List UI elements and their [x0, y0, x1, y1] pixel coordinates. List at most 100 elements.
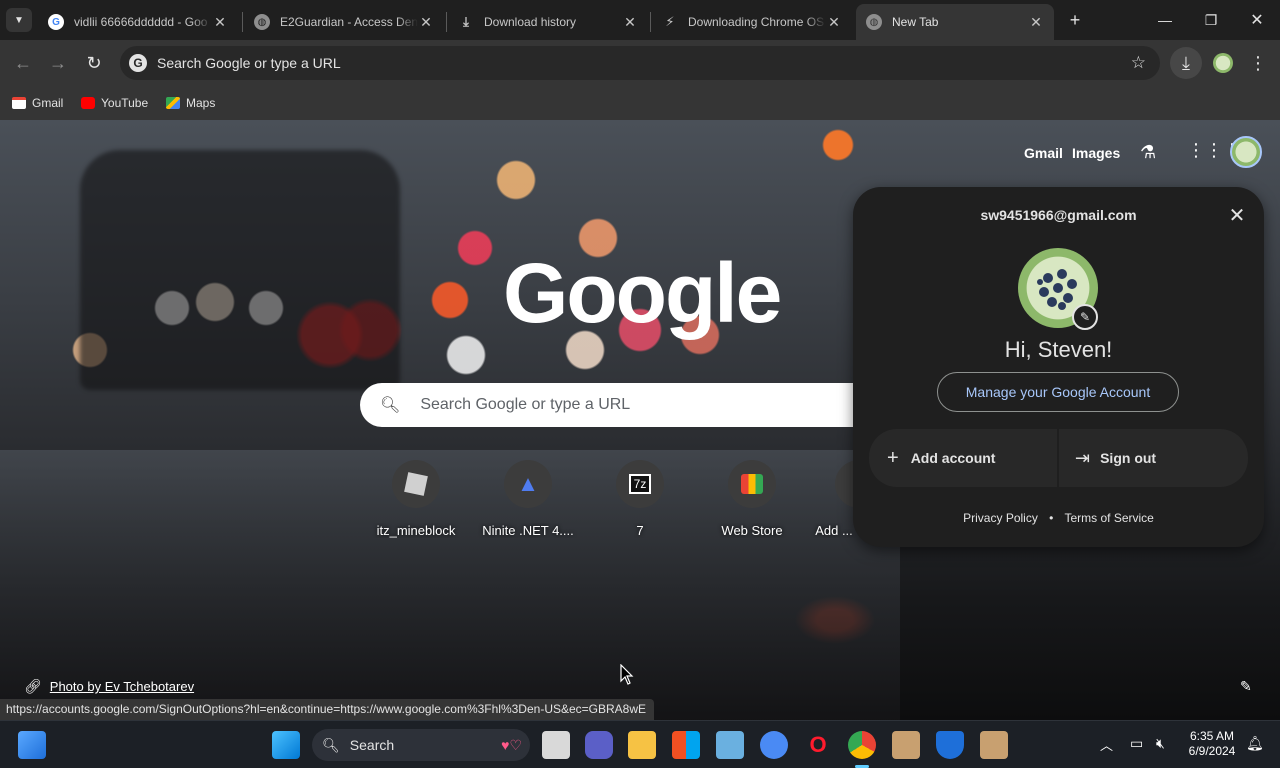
tab-downloading-chrome-os[interactable]: ⚡ Downloading Chrome OS ✕ — [652, 4, 852, 40]
ntp-search-box[interactable]: 🔍︎ Search Google or type a URL — [360, 383, 880, 427]
account-actions: + Add account ⇥ Sign out — [869, 429, 1248, 487]
separator-dot: • — [1049, 511, 1054, 525]
network-icon[interactable]: ▭ — [1130, 735, 1143, 752]
tab-vidlii[interactable]: G vidlii 66666dddddd - Goo ✕ — [38, 4, 238, 40]
start-windows-icon[interactable] — [272, 731, 300, 759]
clock-time: 6:35 AM — [1189, 729, 1235, 743]
volume-muted-icon[interactable]: 🔇︎ — [1156, 735, 1165, 752]
tab-e2guardian[interactable]: ◍ E2Guardian - Access Denied ✕ — [244, 4, 444, 40]
add-account-button[interactable]: + Add account — [887, 429, 1057, 487]
package-icon[interactable] — [892, 731, 920, 759]
taskbar-search[interactable]: 🔍︎ Search ♥♡ — [312, 729, 530, 761]
plus-icon: + — [887, 446, 899, 469]
shortcut-icon: ▲ — [504, 460, 552, 508]
plus-icon: + — [1069, 9, 1081, 30]
tab-search-button[interactable]: ▼ — [6, 8, 32, 32]
security-shield-icon[interactable] — [936, 731, 964, 759]
new-tab-button[interactable]: + — [1060, 6, 1090, 34]
close-icon[interactable]: ✕ — [1028, 14, 1044, 31]
app-icon[interactable] — [716, 731, 744, 759]
account-email: sw9451966@gmail.com — [980, 207, 1137, 223]
tab-download-history[interactable]: ⤓ Download history ✕ — [448, 4, 648, 40]
tab-divider — [446, 12, 447, 32]
bookmark-gmail[interactable]: Gmail — [12, 93, 63, 113]
mouse-cursor-icon — [620, 663, 634, 691]
notifications-bell-icon[interactable]: 🔔︎ — [1246, 735, 1264, 752]
shortcut-tile[interactable]: 7z 7 — [584, 460, 696, 552]
menu-button[interactable]: ⋮ — [1243, 48, 1273, 78]
star-icon[interactable]: ☆ — [1131, 53, 1146, 73]
back-button[interactable]: ← — [8, 48, 38, 78]
edit-avatar-button[interactable]: ✎ — [1072, 304, 1098, 330]
close-window-button[interactable]: ✕ — [1242, 6, 1272, 34]
close-icon[interactable]: ✕ — [826, 14, 842, 31]
ntp-images-link[interactable]: Images — [1072, 145, 1120, 161]
widgets-icon[interactable] — [18, 731, 46, 759]
task-view-icon[interactable] — [542, 731, 570, 759]
chevron-up-icon[interactable]: ︿ — [1100, 735, 1113, 754]
taskbar: 🔍︎ Search ♥♡ O ︿ ▭ 🔇︎ 6:35 AM 6/9/2024 🔔… — [0, 720, 1280, 768]
microsoft-store-icon[interactable] — [672, 731, 700, 759]
address-bar[interactable]: G Search Google or type a URL ☆ — [120, 46, 1160, 80]
manage-account-button[interactable]: Manage your Google Account — [937, 372, 1179, 412]
customize-pencil-icon[interactable]: ✎ — [1240, 678, 1252, 695]
close-icon[interactable]: ✕ — [622, 14, 638, 31]
profile-button[interactable] — [1208, 48, 1238, 78]
youtube-icon — [81, 97, 95, 109]
shortcut-label: Ninite .NET 4.... — [482, 523, 574, 538]
minimize-icon: — — [1158, 12, 1172, 28]
tab-title: Download history — [484, 15, 577, 29]
restore-button[interactable]: ❐ — [1196, 6, 1226, 34]
chromium-icon[interactable] — [760, 731, 788, 759]
tab-title: E2Guardian - Access Denied — [280, 15, 418, 29]
shortcut-tile[interactable]: + Add ... — [784, 460, 883, 552]
privacy-policy-link[interactable]: Privacy Policy — [963, 511, 1038, 525]
link-icon: 🔗︎ — [24, 678, 42, 694]
close-icon[interactable]: ✕ — [418, 14, 434, 31]
arrow-left-icon: ← — [14, 52, 32, 73]
tab-title: New Tab — [892, 15, 939, 29]
google-icon: G — [129, 54, 147, 72]
photo-credit-link[interactable]: Photo by Ev Tchebotarev — [50, 679, 194, 694]
globe-icon: ◍ — [254, 14, 270, 30]
file-explorer-icon[interactable] — [628, 731, 656, 759]
labs-flask-icon[interactable]: ⚗ — [1140, 142, 1156, 163]
avatar[interactable] — [1230, 136, 1262, 168]
downloads-button[interactable]: ⤓ — [1170, 47, 1202, 79]
shortcut-tile[interactable]: ▲ Ninite .NET 4.... — [472, 460, 584, 552]
photo-credit[interactable]: 🔗︎ Photo by Ev Tchebotarev — [24, 678, 194, 695]
reload-button[interactable]: ↻ — [79, 48, 109, 78]
forward-button[interactable]: → — [43, 48, 73, 78]
tray-clock[interactable]: 6:35 AM 6/9/2024 — [1182, 729, 1242, 759]
ntp-search-placeholder: Search Google or type a URL — [420, 396, 631, 413]
chrome-icon[interactable] — [848, 731, 876, 759]
download-icon: ⤓ — [463, 14, 469, 29]
7z-icon: 7z — [628, 474, 652, 494]
bookmark-label: Maps — [186, 96, 216, 110]
tab-strip: ▼ G vidlii 66666dddddd - Goo ✕ ◍ E2Guard… — [0, 0, 1280, 40]
shortcut-label: itz_mineblock — [376, 523, 456, 538]
teams-icon[interactable] — [585, 731, 613, 759]
clock-date: 6/9/2024 — [1188, 744, 1236, 758]
account-popup: sw9451966@gmail.com ✕ ✎ Hi, Steven! Mana… — [853, 187, 1264, 547]
close-icon[interactable]: ✕ — [212, 14, 228, 31]
sign-out-button[interactable]: ⇥ Sign out — [1075, 429, 1245, 487]
account-greeting: Hi, Steven! — [1004, 337, 1113, 362]
search-icon: 🔍︎ — [322, 736, 340, 753]
ntp-gmail-link[interactable]: Gmail — [1024, 145, 1063, 161]
status-bubble-url: https://accounts.google.com/SignOutOptio… — [0, 699, 654, 720]
bookmark-youtube[interactable]: YouTube — [81, 93, 148, 113]
tab-divider — [650, 12, 651, 32]
minimize-button[interactable]: — — [1150, 6, 1180, 34]
bookmark-maps[interactable]: Maps — [166, 93, 215, 113]
shortcut-tile[interactable]: itz_mineblock — [360, 460, 472, 552]
shortcut-label: 7 — [636, 523, 644, 538]
tab-new-tab[interactable]: ◍ New Tab ✕ — [856, 4, 1054, 40]
reload-icon: ↻ — [86, 52, 102, 73]
opera-icon[interactable]: O — [804, 731, 832, 759]
tab-title: Downloading Chrome OS — [688, 15, 825, 29]
close-icon[interactable]: ✕ — [1225, 203, 1249, 227]
package-icon[interactable] — [980, 731, 1008, 759]
tab-divider — [242, 12, 243, 32]
terms-of-service-link[interactable]: Terms of Service — [1065, 511, 1154, 525]
